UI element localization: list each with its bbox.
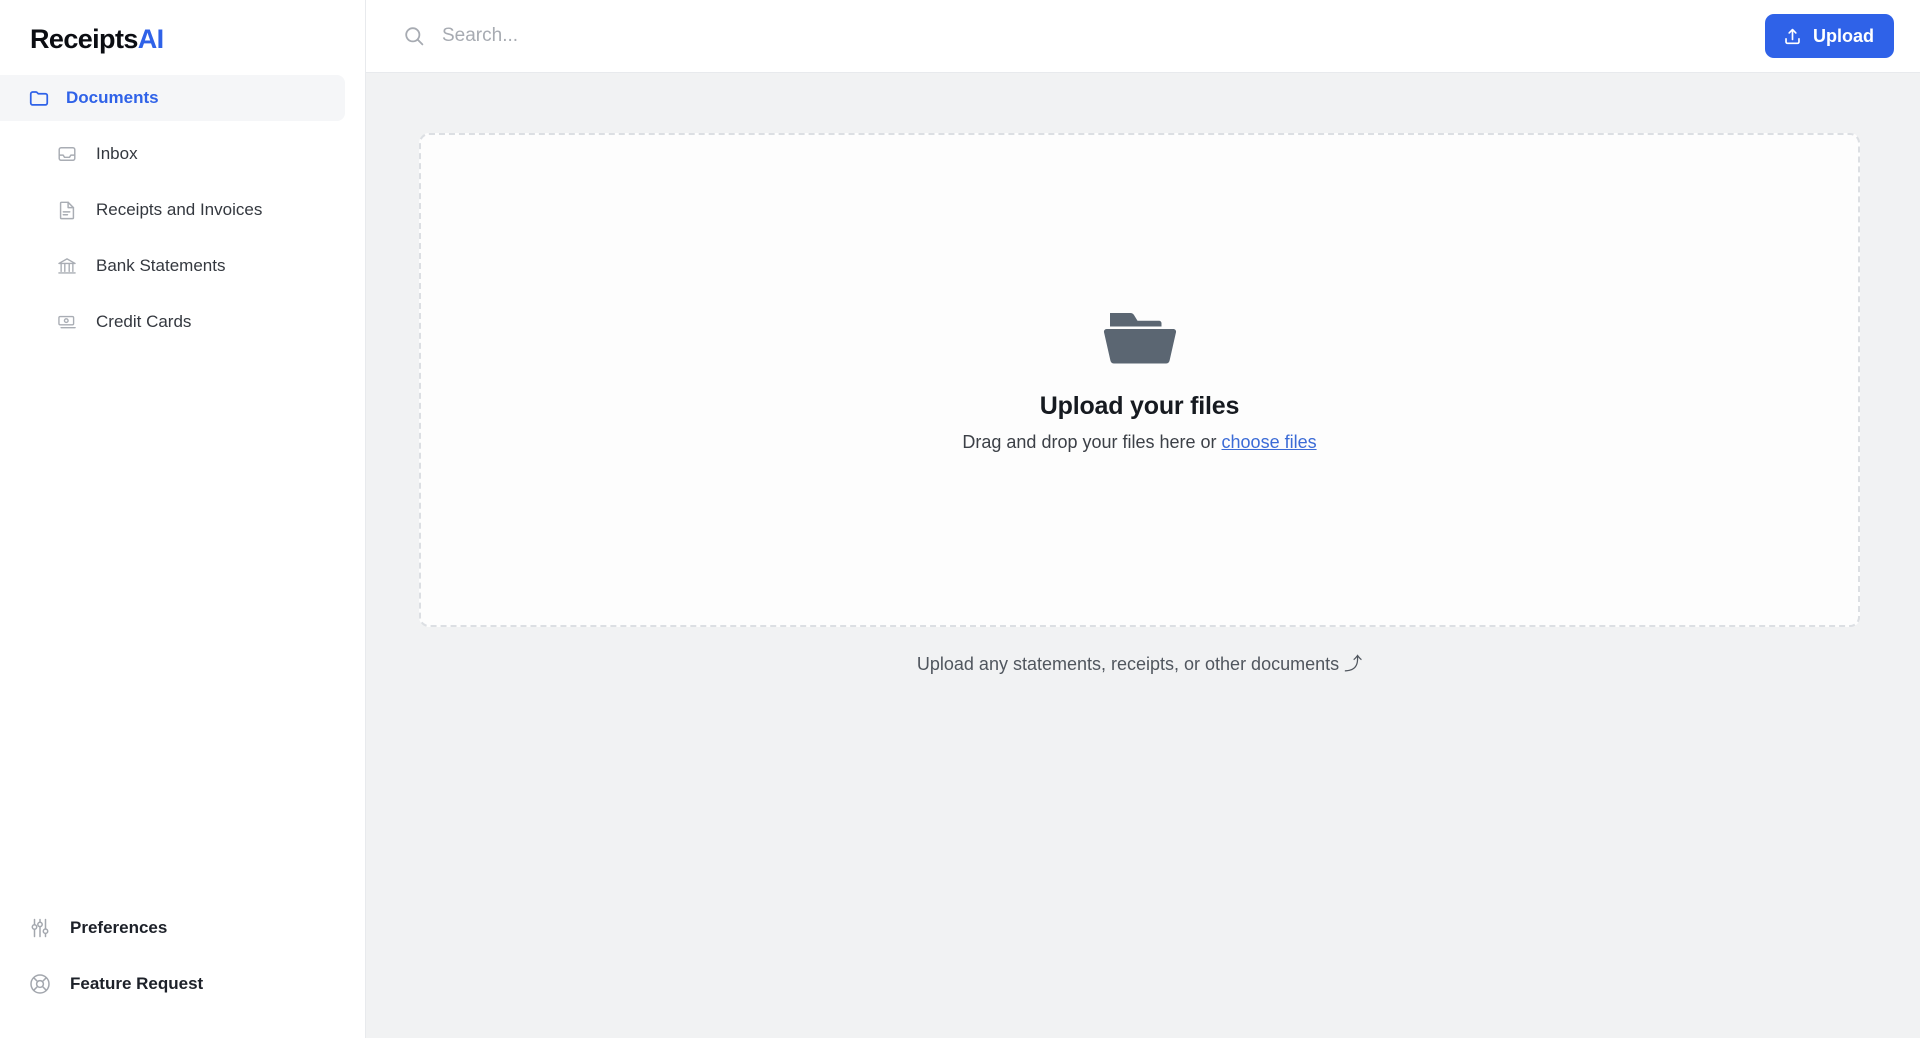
upload-icon	[1782, 26, 1803, 47]
app-logo[interactable]: ReceiptsAI	[0, 0, 365, 53]
document-icon	[56, 199, 78, 221]
dropzone-subtitle: Drag and drop your files here or choose …	[962, 432, 1316, 453]
main-area: Upload Upload your files Drag and drop y…	[366, 0, 1920, 1038]
sidebar-item-label: Inbox	[96, 144, 138, 163]
file-dropzone[interactable]: Upload your files Drag and drop your fil…	[419, 133, 1860, 627]
sidebar-item-label: Credit Cards	[96, 312, 192, 331]
sidebar-item-feature-request[interactable]: Feature Request	[0, 956, 345, 1012]
lifebuoy-icon	[28, 972, 52, 996]
sidebar-item-label: Documents	[66, 88, 159, 107]
upload-button-label: Upload	[1813, 25, 1874, 46]
bank-icon	[56, 255, 78, 277]
sidebar-item-inbox[interactable]: Inbox	[0, 131, 345, 177]
app-root: ReceiptsAI Documents Inbox Receipts and …	[0, 0, 1920, 1038]
sidebar-item-documents[interactable]: Documents	[0, 75, 345, 121]
upload-button[interactable]: Upload	[1765, 14, 1894, 58]
dropzone-caption: Upload any statements, receipts, or othe…	[916, 654, 1363, 674]
sidebar-item-label: Bank Statements	[96, 256, 226, 275]
dropzone-title: Upload your files	[1039, 392, 1240, 420]
search-input[interactable]	[442, 16, 962, 56]
sidebar-item-preferences[interactable]: Preferences	[0, 900, 345, 956]
sidebar-item-label: Receipts and Invoices	[96, 200, 263, 219]
choose-files-link[interactable]: choose files	[1222, 432, 1317, 452]
sidebar-bottom-nav: Preferences Feature Request	[0, 900, 365, 1038]
sidebar: ReceiptsAI Documents Inbox Receipts and …	[0, 0, 366, 1038]
sidebar-item-credit-cards[interactable]: Credit Cards	[0, 299, 345, 345]
search-bar[interactable]	[402, 16, 1765, 56]
logo-text-accent: AI	[137, 24, 164, 54]
logo-text-main: Receipts	[30, 24, 138, 54]
sidebar-item-receipts-and-invoices[interactable]: Receipts and Invoices	[0, 187, 345, 233]
inbox-icon	[56, 143, 78, 165]
top-bar: Upload	[366, 0, 1920, 73]
folder-icon	[1102, 307, 1178, 374]
sidebar-item-bank-statements[interactable]: Bank Statements	[0, 243, 345, 289]
dropzone-subtitle-text: Drag and drop your files here or	[962, 432, 1222, 452]
sliders-icon	[28, 916, 52, 940]
sidebar-item-label: Feature Request	[70, 974, 204, 993]
sidebar-item-label: Preferences	[70, 918, 168, 937]
banknote-icon	[56, 311, 78, 333]
sidebar-nav: Documents Inbox Receipts and Invoices Ba…	[0, 75, 365, 345]
search-icon	[402, 24, 426, 48]
folder-icon	[28, 87, 50, 109]
content-area: Upload your files Drag and drop your fil…	[366, 73, 1920, 1038]
